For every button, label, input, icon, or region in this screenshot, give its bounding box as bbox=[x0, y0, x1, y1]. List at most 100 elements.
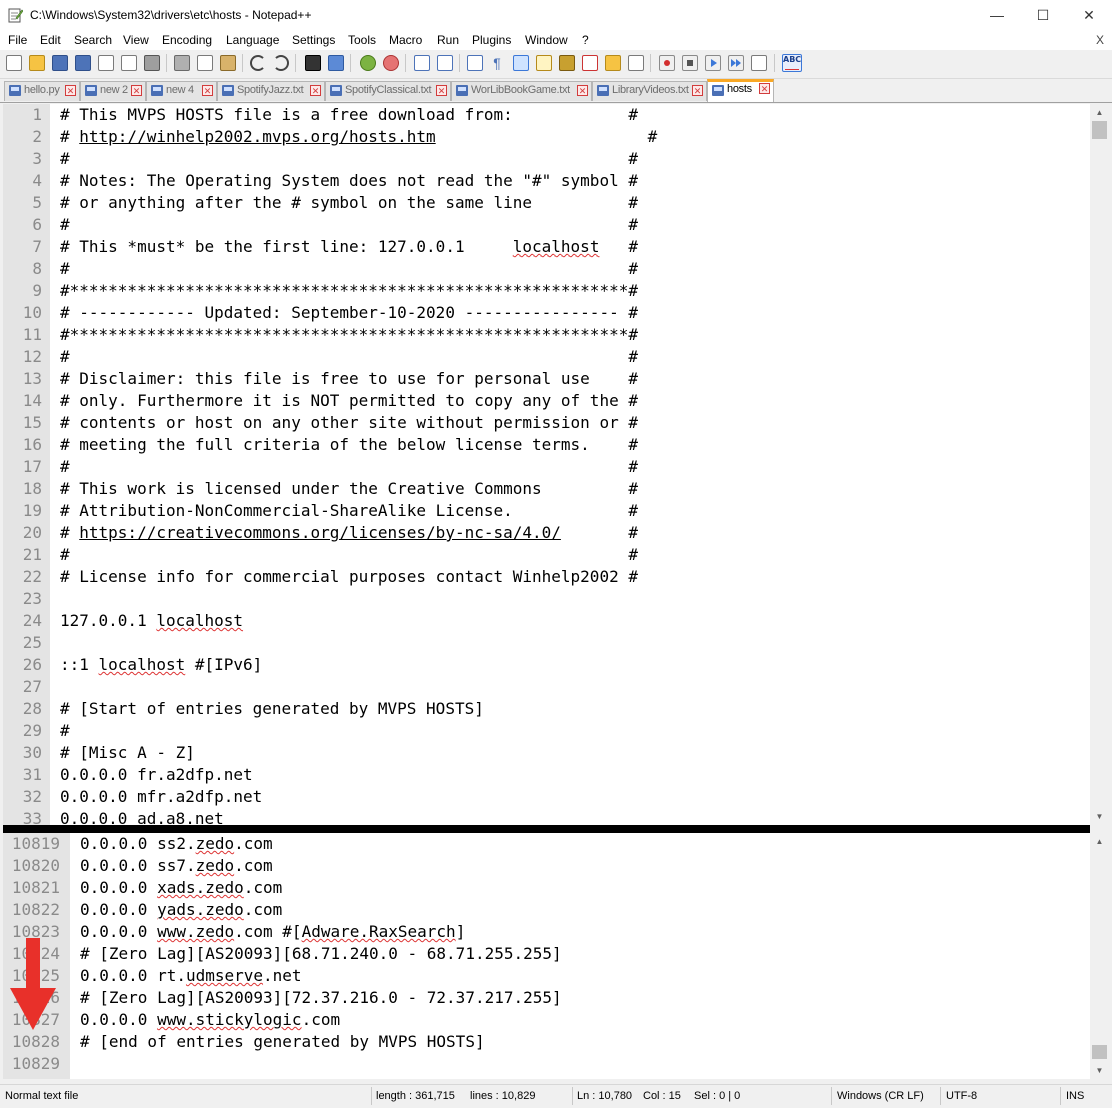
eol-format-status[interactable]: Windows (CR LF) bbox=[837, 1090, 924, 1102]
close-document-button[interactable]: X bbox=[1096, 33, 1104, 47]
tab-hosts[interactable]: hosts ✕ bbox=[707, 79, 774, 102]
code-line[interactable]: 10822 0.0.0.0 yads.zedo.com bbox=[3, 899, 1090, 921]
menu-macro[interactable]: Macro bbox=[389, 33, 422, 47]
show-all-characters-icon[interactable]: ¶ bbox=[489, 55, 505, 71]
code-line[interactable]: 12 # # bbox=[3, 346, 1090, 368]
function-list-icon[interactable] bbox=[582, 55, 598, 71]
tab-new-2[interactable]: new 2 ✕ bbox=[80, 81, 146, 101]
close-all-icon[interactable] bbox=[121, 55, 137, 71]
vertical-scrollbar-top[interactable]: ▲ ▼ bbox=[1090, 104, 1109, 825]
tab-spotifyclassical[interactable]: SpotifyClassical.txt ✕ bbox=[325, 81, 451, 101]
stop-recording-icon[interactable] bbox=[682, 55, 698, 71]
scrollbar-thumb[interactable] bbox=[1092, 1045, 1107, 1059]
code-line[interactable]: 13 # Disclaimer: this file is free to use… bbox=[3, 368, 1090, 390]
tab-close-icon[interactable]: ✕ bbox=[692, 85, 703, 96]
save-all-icon[interactable] bbox=[75, 55, 91, 71]
tab-close-icon[interactable]: ✕ bbox=[310, 85, 321, 96]
tab-spotifyjazz[interactable]: SpotifyJazz.txt ✕ bbox=[217, 81, 325, 101]
scroll-down-arrow-icon[interactable]: ▼ bbox=[1090, 1062, 1109, 1079]
code-line[interactable]: 27 bbox=[3, 676, 1090, 698]
save-macro-icon[interactable] bbox=[751, 55, 767, 71]
record-macro-icon[interactable] bbox=[659, 55, 675, 71]
code-line[interactable]: 26::1 localhost #[IPv6] bbox=[3, 654, 1090, 676]
menu-help[interactable]: ? bbox=[582, 33, 589, 47]
code-line[interactable]: 33 0.0.0.0 ad.a8.net bbox=[3, 808, 1090, 825]
tab-close-icon[interactable]: ✕ bbox=[577, 85, 588, 96]
code-line[interactable]: 6 # # bbox=[3, 214, 1090, 236]
language-icon[interactable] bbox=[536, 55, 552, 71]
undo-icon[interactable] bbox=[250, 55, 266, 71]
spell-check-icon[interactable]: ABC bbox=[782, 54, 802, 72]
sync-horizontal-icon[interactable] bbox=[437, 55, 453, 71]
code-line[interactable]: 30 # [Misc A - Z] bbox=[3, 742, 1090, 764]
code-line[interactable]: 10 # ------------ Updated: September-10-2… bbox=[3, 302, 1090, 324]
close-file-icon[interactable] bbox=[98, 55, 114, 71]
find-icon[interactable] bbox=[305, 55, 321, 71]
redo-icon[interactable] bbox=[273, 55, 289, 71]
print-icon[interactable] bbox=[144, 55, 160, 71]
menu-window[interactable]: Window bbox=[525, 33, 568, 47]
code-line[interactable]: 22 # License info for commercial purposes… bbox=[3, 566, 1090, 588]
code-line[interactable]: 32 0.0.0.0 mfr.a2dfp.net bbox=[3, 786, 1090, 808]
sync-vertical-icon[interactable] bbox=[414, 55, 430, 71]
code-line[interactable]: 19 # Attribution-NonCommercial-ShareAlike… bbox=[3, 500, 1090, 522]
paste-icon[interactable] bbox=[220, 55, 236, 71]
code-line[interactable]: 18 # This work is licensed under the Crea… bbox=[3, 478, 1090, 500]
menu-file[interactable]: File bbox=[8, 33, 27, 47]
word-wrap-icon[interactable] bbox=[467, 55, 483, 71]
tab-worlibbookgame[interactable]: WorLibBookGame.txt ✕ bbox=[451, 81, 592, 101]
tab-close-icon[interactable]: ✕ bbox=[202, 85, 213, 96]
tab-libraryvideos[interactable]: LibraryVideos.txt ✕ bbox=[592, 81, 707, 101]
tab-close-icon[interactable]: ✕ bbox=[759, 83, 770, 94]
code-line[interactable]: 31 0.0.0.0 fr.a2dfp.net bbox=[3, 764, 1090, 786]
encoding-status[interactable]: UTF-8 bbox=[946, 1090, 977, 1102]
hyperlink-text[interactable]: https://creativecommons.org/licenses/by-… bbox=[79, 523, 561, 542]
replace-icon[interactable] bbox=[328, 55, 344, 71]
indent-guide-icon[interactable] bbox=[513, 55, 529, 71]
maximize-button[interactable]: ☐ bbox=[1020, 0, 1066, 31]
code-line[interactable]: 20 # https://creativecommons.org/licenses… bbox=[3, 522, 1090, 544]
save-icon[interactable] bbox=[52, 55, 68, 71]
zoom-in-icon[interactable] bbox=[360, 55, 376, 71]
new-file-icon[interactable] bbox=[6, 55, 22, 71]
code-line[interactable]: 3 # # bbox=[3, 148, 1090, 170]
open-file-icon[interactable] bbox=[29, 55, 45, 71]
code-line[interactable]: 21 # # bbox=[3, 544, 1090, 566]
code-line[interactable]: 1 # This MVPS HOSTS file is a free downlo… bbox=[3, 104, 1090, 126]
scrollbar-thumb[interactable] bbox=[1092, 121, 1107, 139]
menu-tools[interactable]: Tools bbox=[348, 33, 376, 47]
menu-settings[interactable]: Settings bbox=[292, 33, 335, 47]
vertical-scrollbar-bottom[interactable]: ▲ ▼ bbox=[1090, 833, 1109, 1079]
run-macro-multiple-icon[interactable] bbox=[728, 55, 744, 71]
scroll-down-arrow-icon[interactable]: ▼ bbox=[1090, 808, 1109, 825]
tab-hello-py[interactable]: hello.py ✕ bbox=[4, 81, 80, 101]
tab-new-4[interactable]: new 4 ✕ bbox=[146, 81, 217, 101]
cut-icon[interactable] bbox=[174, 55, 190, 71]
folder-workspace-icon[interactable] bbox=[605, 55, 621, 71]
copy-icon[interactable] bbox=[197, 55, 213, 71]
code-line[interactable]: 10820 0.0.0.0 ss7.zedo.com bbox=[3, 855, 1090, 877]
tab-close-icon[interactable]: ✕ bbox=[436, 85, 447, 96]
menu-encoding[interactable]: Encoding bbox=[162, 33, 212, 47]
code-line[interactable]: 28 # [Start of entries generated by MVPS … bbox=[3, 698, 1090, 720]
code-line[interactable]: 23 bbox=[3, 588, 1090, 610]
code-line[interactable]: 11 #*************************************… bbox=[3, 324, 1090, 346]
code-line[interactable]: 10829 bbox=[3, 1053, 1090, 1075]
code-line[interactable]: 10828 # [end of entries generated by MVPS… bbox=[3, 1031, 1090, 1053]
tab-close-icon[interactable]: ✕ bbox=[65, 85, 76, 96]
code-line[interactable]: 14 # only. Furthermore it is NOT permitte… bbox=[3, 390, 1090, 412]
playback-macro-icon[interactable] bbox=[705, 55, 721, 71]
zoom-out-icon[interactable] bbox=[383, 55, 399, 71]
split-view-divider[interactable] bbox=[3, 825, 1090, 833]
code-line[interactable]: 10819 0.0.0.0 ss2.zedo.com bbox=[3, 833, 1090, 855]
code-line[interactable]: 2 # http://winhelp2002.mvps.org/hosts.htm… bbox=[3, 126, 1090, 148]
menu-plugins[interactable]: Plugins bbox=[472, 33, 511, 47]
code-line[interactable]: 16 # meeting the full criteria of the bel… bbox=[3, 434, 1090, 456]
editor-pane-top[interactable]: 1 # This MVPS HOSTS file is a free downlo… bbox=[3, 104, 1090, 825]
code-line[interactable]: 7 # This *must* be the first line: 127.0.… bbox=[3, 236, 1090, 258]
code-line[interactable]: 5 # or anything after the # symbol on the… bbox=[3, 192, 1090, 214]
hyperlink-text[interactable]: http://winhelp2002.mvps.org/hosts.htm bbox=[79, 127, 435, 146]
menu-view[interactable]: View bbox=[123, 33, 149, 47]
code-line[interactable]: 15 # contents or host on any other site w… bbox=[3, 412, 1090, 434]
code-line[interactable]: 25 bbox=[3, 632, 1090, 654]
